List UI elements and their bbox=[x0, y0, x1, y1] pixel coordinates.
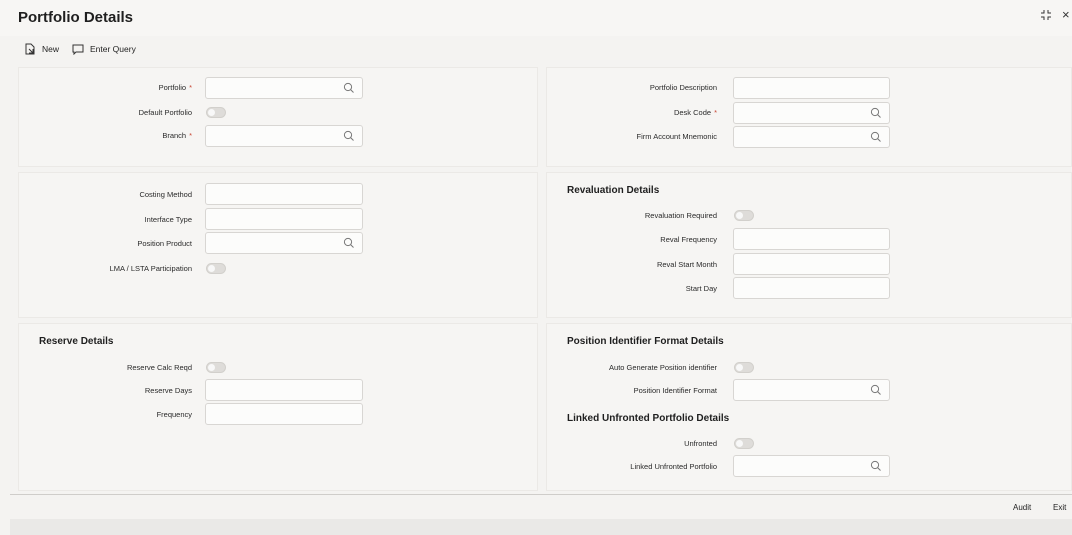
toolbar: New Enter Query bbox=[0, 40, 400, 60]
position-identifier-panel: Position Identifier Format Details Auto … bbox=[546, 323, 1072, 491]
portfolio-panel: Portfolio * Default Portfolio Branch * bbox=[18, 67, 538, 167]
branch-label: Branch * bbox=[162, 131, 192, 140]
exit-button[interactable]: Exit bbox=[1053, 503, 1066, 512]
frequency-label: Frequency bbox=[156, 410, 192, 419]
interface-type-input[interactable] bbox=[205, 208, 363, 230]
search-icon[interactable] bbox=[870, 131, 882, 145]
desk-code-input[interactable] bbox=[733, 102, 890, 124]
branch-input[interactable] bbox=[205, 125, 363, 147]
firm-account-mnemonic-label: Firm Account Mnemonic bbox=[636, 132, 717, 141]
reserve-calc-reqd-label: Reserve Calc Reqd bbox=[126, 363, 192, 372]
search-icon[interactable] bbox=[343, 130, 355, 144]
lma-lsta-participation-toggle[interactable] bbox=[206, 263, 226, 274]
expand-arrows-icon[interactable] bbox=[1040, 9, 1052, 24]
firm-account-mnemonic-input[interactable] bbox=[733, 126, 890, 148]
costing-panel: Costing Method Interface Type Position P… bbox=[18, 172, 538, 318]
revaluation-required-toggle[interactable] bbox=[734, 210, 754, 221]
start-day-input[interactable] bbox=[733, 277, 890, 299]
enter-query-button[interactable]: Enter Query bbox=[72, 40, 136, 58]
default-portfolio-toggle[interactable] bbox=[206, 107, 226, 118]
new-button-label: New bbox=[42, 44, 60, 54]
position-identifier-format-label: Position Identifier Format bbox=[633, 386, 717, 395]
default-portfolio-label: Default Portfolio bbox=[138, 108, 192, 117]
unfronted-section-title: Linked Unfronted Portfolio Details bbox=[567, 413, 730, 424]
search-icon[interactable] bbox=[870, 460, 882, 474]
linked-unfronted-portfolio-label: Linked Unfronted Portfolio bbox=[630, 462, 717, 471]
costing-method-input[interactable] bbox=[205, 183, 363, 205]
interface-type-label: Interface Type bbox=[144, 215, 192, 224]
reserve-calc-reqd-toggle[interactable] bbox=[206, 362, 226, 373]
position-product-label: Position Product bbox=[137, 239, 192, 248]
enter-query-label: Enter Query bbox=[90, 44, 136, 54]
reval-start-month-label: Reval Start Month bbox=[656, 260, 717, 269]
revaluation-required-label: Revaluation Required bbox=[644, 211, 717, 220]
position-identifier-section-title: Position Identifier Format Details bbox=[567, 336, 724, 347]
reserve-panel: Reserve Details Reserve Calc Reqd Reserv… bbox=[18, 323, 538, 491]
status-strip bbox=[10, 519, 1072, 535]
portfolio-label: Portfolio * bbox=[158, 83, 192, 92]
lma-lsta-participation-label: LMA / LSTA Participation bbox=[109, 264, 192, 273]
auto-generate-position-identifier-toggle[interactable] bbox=[734, 362, 754, 373]
revaluation-panel: Revaluation Details Revaluation Required… bbox=[546, 172, 1072, 318]
portfolio-description-input[interactable] bbox=[733, 77, 890, 99]
reserve-days-input[interactable] bbox=[205, 379, 363, 401]
close-icon[interactable]: × bbox=[1062, 7, 1070, 22]
search-icon[interactable] bbox=[870, 107, 882, 121]
revaluation-section-title: Revaluation Details bbox=[567, 185, 660, 196]
auto-generate-position-identifier-label: Auto Generate Position identifier bbox=[609, 363, 717, 372]
reserve-days-label: Reserve Days bbox=[144, 386, 192, 395]
footer-divider bbox=[10, 494, 1072, 495]
portfolio-description-label: Portfolio Description bbox=[649, 83, 717, 92]
start-day-label: Start Day bbox=[685, 284, 717, 293]
desk-panel: Portfolio Description Desk Code * Firm Ac… bbox=[546, 67, 1072, 167]
portfolio-input[interactable] bbox=[205, 77, 363, 99]
unfronted-toggle[interactable] bbox=[734, 438, 754, 449]
linked-unfronted-portfolio-input[interactable] bbox=[733, 455, 890, 477]
search-icon[interactable] bbox=[343, 82, 355, 96]
comment-icon bbox=[72, 43, 84, 55]
reserve-section-title: Reserve Details bbox=[39, 336, 114, 347]
reval-start-month-input[interactable] bbox=[733, 253, 890, 275]
search-icon[interactable] bbox=[870, 384, 882, 398]
reval-frequency-input[interactable] bbox=[733, 228, 890, 250]
new-button[interactable]: New bbox=[24, 40, 59, 58]
frequency-input[interactable] bbox=[205, 403, 363, 425]
search-icon[interactable] bbox=[343, 237, 355, 251]
costing-method-label: Costing Method bbox=[139, 190, 192, 199]
unfronted-label: Unfronted bbox=[684, 439, 717, 448]
new-document-icon bbox=[24, 43, 36, 55]
audit-button[interactable]: Audit bbox=[1013, 503, 1031, 512]
title-bar: Portfolio Details × bbox=[0, 0, 1072, 36]
reval-frequency-label: Reval Frequency bbox=[660, 235, 717, 244]
position-identifier-format-input[interactable] bbox=[733, 379, 890, 401]
position-product-input[interactable] bbox=[205, 232, 363, 254]
page-title: Portfolio Details bbox=[18, 9, 134, 26]
desk-code-label: Desk Code * bbox=[673, 108, 717, 117]
